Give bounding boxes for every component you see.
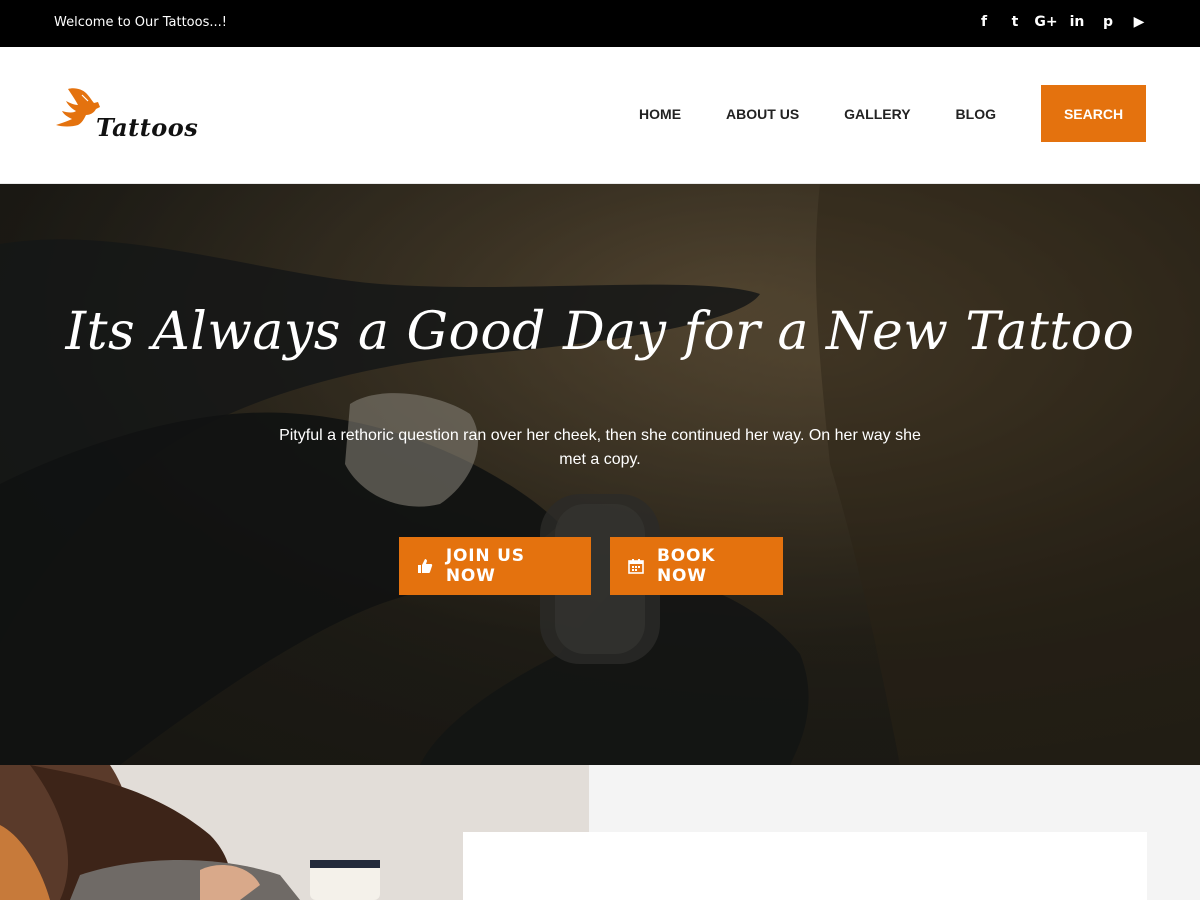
search-button[interactable]: SEARCH [1041,85,1146,142]
welcome-text: Welcome to Our Tattoos...! [54,15,227,30]
hero-subtitle: Pityful a rethoric question ran over her… [279,427,921,468]
thumbs-up-icon [417,557,434,575]
about-card [463,832,1147,900]
nav-gallery[interactable]: GALLERY [844,106,910,122]
pinterest-icon[interactable]: p [1099,12,1117,32]
nav-about-us[interactable]: ABOUT US [726,106,799,122]
about-section [0,765,1200,900]
book-now-label: BOOK NOW [656,546,716,586]
join-us-now-button[interactable]: JOIN US NOW [399,537,591,595]
youtube-icon[interactable]: ▶ [1130,12,1148,32]
site-header: Tattoos HOME ABOUT US GALLERY BLOG SEARC… [0,47,1200,184]
linkedin-icon[interactable]: in [1068,12,1086,32]
hero-overlay [0,184,1200,765]
book-now-button[interactable]: BOOK NOW [610,537,783,595]
join-us-now-label: JOIN US NOW [445,546,525,586]
google-plus-icon[interactable]: G+ [1034,12,1057,32]
site-logo[interactable]: Tattoos [54,85,198,151]
nav-blog[interactable]: BLOG [956,106,996,122]
hero-banner: Its Always a Good Day for a New Tattoo P… [0,184,1200,765]
twitter-icon[interactable]: t [1006,12,1024,32]
hero-buttons: JOIN US NOW BOOK NOW [399,537,783,595]
hero-title: Its Always a Good Day for a New Tattoo [65,302,1135,362]
main-nav: HOME ABOUT US GALLERY BLOG SEARCH [639,85,1146,142]
top-bar: Welcome to Our Tattoos...! f t G+ in p ▶ [0,0,1200,47]
facebook-icon[interactable]: f [975,12,993,32]
social-links: f t G+ in p ▶ [975,12,1148,32]
calendar-icon [628,557,645,575]
logo-text: Tattoos [96,113,199,142]
nav-home[interactable]: HOME [639,106,681,122]
